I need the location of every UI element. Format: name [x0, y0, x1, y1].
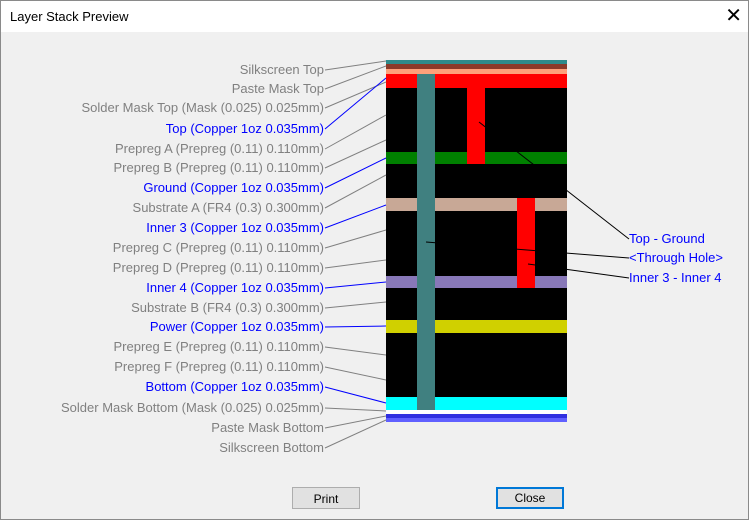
layer-label: Bottom (Copper 1oz 0.035mm) [145, 379, 324, 394]
top-ground-via [467, 88, 485, 164]
prepreg-ef-band [386, 333, 567, 397]
close-button[interactable]: Close [496, 487, 564, 509]
layer-label: Silkscreen Top [239, 62, 324, 77]
layer-leader-line [324, 325, 387, 328]
layer-leader-line [324, 157, 387, 189]
via-label: <Through Hole> [629, 250, 723, 265]
layer-label: Prepreg B (Prepreg (0.11) 0.110mm) [113, 160, 325, 175]
layer-label: Solder Mask Top (Mask (0.025) 0.025mm) [81, 100, 324, 115]
print-button[interactable]: Print [292, 487, 360, 509]
layer-label: Prepreg F (Prepreg (0.11) 0.110mm) [114, 359, 324, 374]
layer-label: Top (Copper 1oz 0.035mm) [165, 121, 324, 136]
layer-label: Solder Mask Bottom (Mask (0.025) 0.025mm… [61, 400, 324, 415]
layer-label: Paste Mask Top [231, 81, 324, 96]
substrate-b-band [386, 288, 567, 320]
solder-mask-bottom-band [386, 410, 567, 414]
layer-leader-line [324, 281, 387, 289]
top-copper-band [386, 74, 567, 88]
layer-label: Prepreg E (Prepreg (0.11) 0.110mm) [113, 339, 325, 354]
layer-label: Inner 4 (Copper 1oz 0.035mm) [146, 280, 324, 295]
layer-label: Substrate B (FR4 (0.3) 0.300mm) [131, 300, 324, 315]
layer-label: Prepreg A (Prepreg (0.11) 0.110mm) [114, 141, 324, 156]
layer-leader-line [324, 60, 387, 71]
inner3-inner4-via [517, 198, 535, 288]
layer-leader-line [324, 259, 387, 269]
layer-label: Ground (Copper 1oz 0.035mm) [143, 180, 324, 195]
bottom-copper-band [386, 397, 567, 410]
layer-label: Paste Mask Bottom [211, 420, 324, 435]
layer-leader-line [324, 415, 387, 429]
substrate-a-band [386, 198, 567, 211]
layer-leader-line [324, 407, 387, 412]
layer-label: Power (Copper 1oz 0.035mm) [149, 319, 324, 334]
silkscreen-bottom-band [386, 418, 567, 422]
via-label: Top - Ground [629, 231, 705, 246]
paste-mask-bottom-band [386, 414, 567, 418]
layer-label: Silkscreen Bottom [219, 440, 324, 455]
layer-label: Prepreg C (Prepreg (0.11) 0.110mm) [112, 240, 324, 255]
prepreg-cd-band [386, 211, 567, 276]
silkscreen-top-band [386, 60, 567, 64]
solder-mask-top-band [386, 69, 567, 74]
layer-label: Prepreg D (Prepreg (0.11) 0.110mm) [112, 260, 324, 275]
inner4-copper-band [386, 276, 567, 288]
via-label: Inner 3 - Inner 4 [629, 270, 722, 285]
layer-leader-line [324, 204, 387, 229]
layer-leader-line [324, 229, 387, 249]
layer-label: Substrate A (FR4 (0.3) 0.300mm) [132, 200, 324, 215]
layer-label: Inner 3 (Copper 1oz 0.035mm) [146, 220, 324, 235]
layer-leader-line [324, 346, 387, 356]
layer-leader-line [324, 174, 387, 209]
layer-leader-line [324, 301, 387, 309]
power-copper-band [386, 320, 567, 333]
paste-mask-top-band [386, 64, 567, 69]
layer-leader-line [324, 419, 387, 449]
layer-leader-line [324, 366, 387, 381]
layer-leader-line [324, 386, 387, 404]
